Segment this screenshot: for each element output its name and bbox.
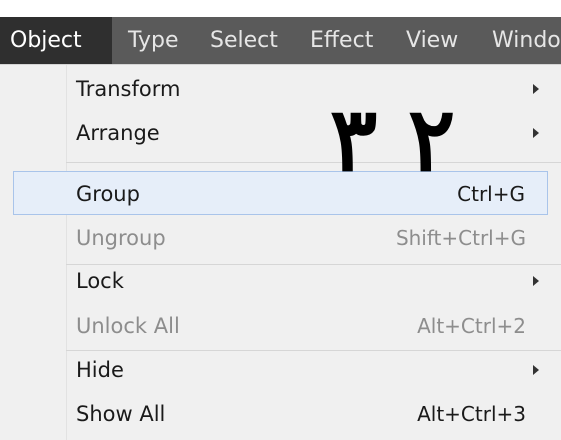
- object-menu-dropdown: Transform Arrange Group Ctrl+G Ungroup S…: [0, 64, 561, 440]
- menu-item-shortcut: Alt+Ctrl+2: [417, 314, 526, 338]
- annotation-overlay: ۳ ۲: [330, 95, 470, 190]
- submenu-arrow-icon: [533, 276, 539, 286]
- menu-item-shortcut: Alt+Ctrl+3: [417, 402, 526, 426]
- menu-item-unlock-all[interactable]: Unlock All Alt+Ctrl+2: [0, 304, 561, 348]
- menu-separator: [66, 162, 561, 163]
- menu-item-ungroup[interactable]: Ungroup Shift+Ctrl+G: [0, 216, 561, 260]
- menu-item-lock[interactable]: Lock: [0, 259, 561, 303]
- submenu-arrow-icon: [533, 365, 539, 375]
- menu-bar: Object Type Select Effect View Windo: [0, 0, 561, 64]
- annotation-digit-two: ۲: [408, 87, 456, 191]
- submenu-arrow-icon: [533, 84, 539, 94]
- menu-item-label: Ungroup: [76, 226, 166, 250]
- menu-item-label: Lock: [76, 269, 124, 293]
- menu-effect[interactable]: Effect: [300, 17, 386, 64]
- menu-item-label: Hide: [76, 358, 124, 382]
- menu-item-shortcut: Shift+Ctrl+G: [395, 226, 526, 250]
- menu-type[interactable]: Type: [118, 17, 194, 64]
- annotation-digit-three: ۳: [330, 87, 378, 191]
- submenu-arrow-icon: [533, 128, 539, 138]
- menu-view[interactable]: View: [396, 17, 472, 64]
- menu-item-label: Show All: [76, 402, 166, 426]
- menu-window[interactable]: Windo: [482, 17, 561, 64]
- menu-item-label: Transform: [76, 77, 181, 101]
- menu-item-label: Unlock All: [76, 314, 180, 338]
- menu-item-label: Arrange: [76, 121, 160, 145]
- menu-object[interactable]: Object: [0, 17, 112, 64]
- menu-item-show-all[interactable]: Show All Alt+Ctrl+3: [0, 392, 561, 436]
- menu-select[interactable]: Select: [200, 17, 290, 64]
- menu-item-label: Group: [76, 182, 140, 206]
- menu-item-arrange[interactable]: Arrange: [0, 111, 561, 155]
- menu-item-hide[interactable]: Hide: [0, 348, 561, 392]
- menu-item-transform[interactable]: Transform: [0, 67, 561, 111]
